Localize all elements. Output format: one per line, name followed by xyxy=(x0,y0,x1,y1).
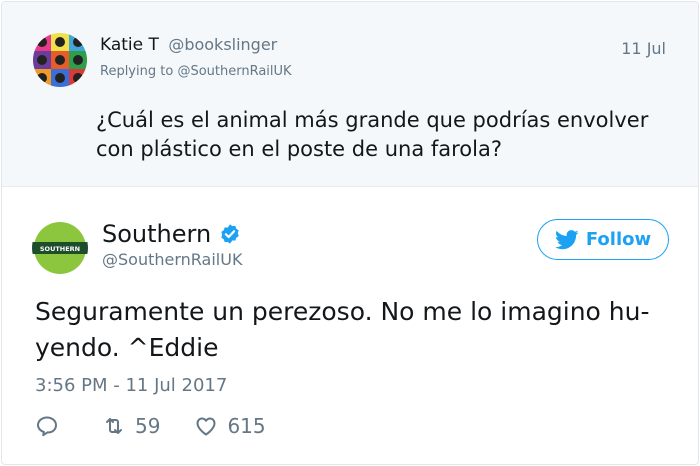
parent-tweet-text: ¿Cuál es el animal más grande que podría… xyxy=(96,108,649,161)
author-display-name[interactable]: Katie T xyxy=(100,35,159,55)
tweet-actions: 59 615 xyxy=(35,412,300,440)
twitter-bird-icon xyxy=(554,229,579,249)
like-button[interactable]: 615 xyxy=(194,414,266,438)
tweet-card: Katie T @bookslinger 11 Jul Replying to … xyxy=(1,1,699,465)
account-display-name[interactable]: Southern xyxy=(102,220,211,248)
tweet-date[interactable]: 11 Jul xyxy=(621,39,666,58)
reply-icon xyxy=(37,416,57,437)
tweet-text: Seguramente un perezoso. No me lo imagin… xyxy=(35,297,650,362)
follow-label: Follow xyxy=(585,229,652,250)
account-handle[interactable]: @SouthernRailUK xyxy=(102,250,242,269)
parent-tweet[interactable]: Katie T @bookslinger 11 Jul Replying to … xyxy=(2,2,698,187)
like-count: 615 xyxy=(227,414,266,438)
retweet-icon xyxy=(106,418,122,434)
tweet-timestamp[interactable]: 3:56 PM - 11 Jul 2017 xyxy=(35,375,227,396)
account-name[interactable]: Southern xyxy=(102,220,241,248)
retweet-button[interactable]: 59 xyxy=(102,414,160,438)
avatar[interactable] xyxy=(33,33,87,87)
author-handle[interactable]: @bookslinger xyxy=(168,35,277,54)
replying-to-label: Replying to xyxy=(100,64,174,79)
southern-logo[interactable]: SOUTHERN xyxy=(32,220,88,276)
heart-icon xyxy=(196,417,216,436)
reply-button[interactable] xyxy=(35,414,68,438)
follow-button[interactable]: Follow xyxy=(537,219,669,260)
retweet-count: 59 xyxy=(135,414,161,438)
replying-to: Replying to @SouthernRailUK xyxy=(100,64,292,79)
logo-text: SOUTHERN xyxy=(40,245,80,253)
verified-badge-icon xyxy=(219,223,241,245)
author-name[interactable]: Katie T @bookslinger xyxy=(100,35,277,55)
replying-to-link[interactable]: @SouthernRailUK xyxy=(177,64,291,79)
